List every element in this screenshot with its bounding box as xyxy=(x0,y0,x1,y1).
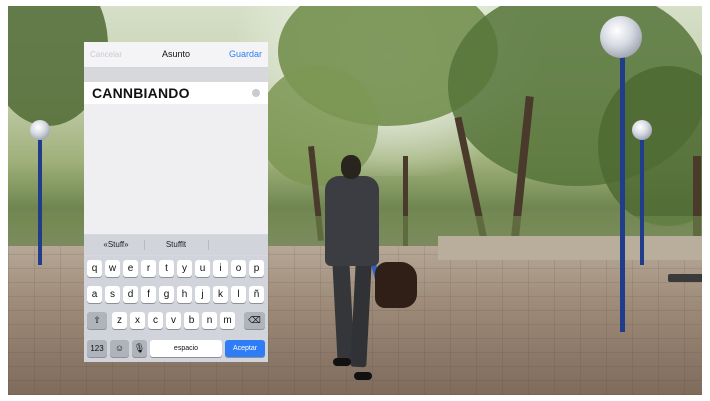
key-o[interactable]: o xyxy=(231,260,246,277)
accept-key[interactable]: Aceptar xyxy=(225,340,265,357)
predictive-text-bar: «Stuff» Stufflt xyxy=(84,235,268,255)
key-t[interactable]: t xyxy=(159,260,174,277)
person-shoe xyxy=(354,372,372,380)
emoji-key[interactable]: ☺ xyxy=(110,340,129,357)
email-subject-editor: Cancelar Asunto Guardar CANNBIANDO «Stuf… xyxy=(84,42,268,362)
key-w[interactable]: w xyxy=(105,260,120,277)
editor-body xyxy=(84,104,268,234)
shift-key[interactable]: ⇧ xyxy=(87,312,107,329)
key-s[interactable]: s xyxy=(105,286,120,303)
street-lamp-post xyxy=(620,50,625,332)
person-head xyxy=(341,155,361,179)
numbers-key[interactable]: 123 xyxy=(87,340,107,357)
key-y[interactable]: y xyxy=(177,260,192,277)
key-h[interactable]: h xyxy=(177,286,192,303)
street-lamp-globe xyxy=(600,16,642,58)
park-bench xyxy=(668,274,702,282)
key-n[interactable]: n xyxy=(202,312,217,329)
suggestion-1[interactable]: «Stuff» xyxy=(90,240,142,249)
key-x[interactable]: x xyxy=(130,312,145,329)
microphone-icon: 🎙 xyxy=(133,343,146,353)
subject-field[interactable]: CANNBIANDO xyxy=(84,82,268,104)
street-lamp-globe xyxy=(30,120,50,140)
low-wall xyxy=(438,236,702,260)
key-z[interactable]: z xyxy=(112,312,127,329)
clear-field-icon[interactable] xyxy=(252,89,260,97)
key-e[interactable]: e xyxy=(123,260,138,277)
key-g[interactable]: g xyxy=(159,286,174,303)
key-l[interactable]: l xyxy=(231,286,246,303)
microphone-key[interactable]: 🎙 xyxy=(132,340,147,357)
key-b[interactable]: b xyxy=(184,312,199,329)
street-lamp-post xyxy=(640,130,644,265)
space-key[interactable]: espacio xyxy=(150,340,222,357)
key-f[interactable]: f xyxy=(141,286,156,303)
person-torso xyxy=(325,176,379,266)
suggestion-2[interactable]: Stufflt xyxy=(146,240,206,249)
key-k[interactable]: k xyxy=(213,286,228,303)
subject-value: CANNBIANDO xyxy=(92,85,190,101)
save-button[interactable]: Guardar xyxy=(229,49,262,59)
key-n-tilde[interactable]: ñ xyxy=(249,286,264,303)
key-d[interactable]: d xyxy=(123,286,138,303)
key-p[interactable]: p xyxy=(249,260,264,277)
person-shoe xyxy=(333,358,351,366)
shift-icon: ⇧ xyxy=(93,315,101,325)
suggestion-divider xyxy=(144,240,145,250)
key-q[interactable]: q xyxy=(87,260,102,277)
key-u[interactable]: u xyxy=(195,260,210,277)
emoji-icon: ☺ xyxy=(114,343,125,353)
street-lamp-post xyxy=(38,130,42,265)
nav-bar: Cancelar Asunto Guardar xyxy=(84,42,268,68)
key-r[interactable]: r xyxy=(141,260,156,277)
key-a[interactable]: a xyxy=(87,286,102,303)
keyboard: q w e r t y u i o p a s d f g h j k l ñ … xyxy=(84,256,268,362)
key-c[interactable]: c xyxy=(148,312,163,329)
backspace-icon: ⌫ xyxy=(248,315,261,325)
street-lamp-globe xyxy=(632,120,652,140)
suggestion-divider xyxy=(208,240,209,250)
key-m[interactable]: m xyxy=(220,312,235,329)
duffel-bag xyxy=(375,262,417,308)
key-i[interactable]: i xyxy=(213,260,228,277)
backspace-key[interactable]: ⌫ xyxy=(244,312,265,329)
key-j[interactable]: j xyxy=(195,286,210,303)
key-v[interactable]: v xyxy=(166,312,181,329)
